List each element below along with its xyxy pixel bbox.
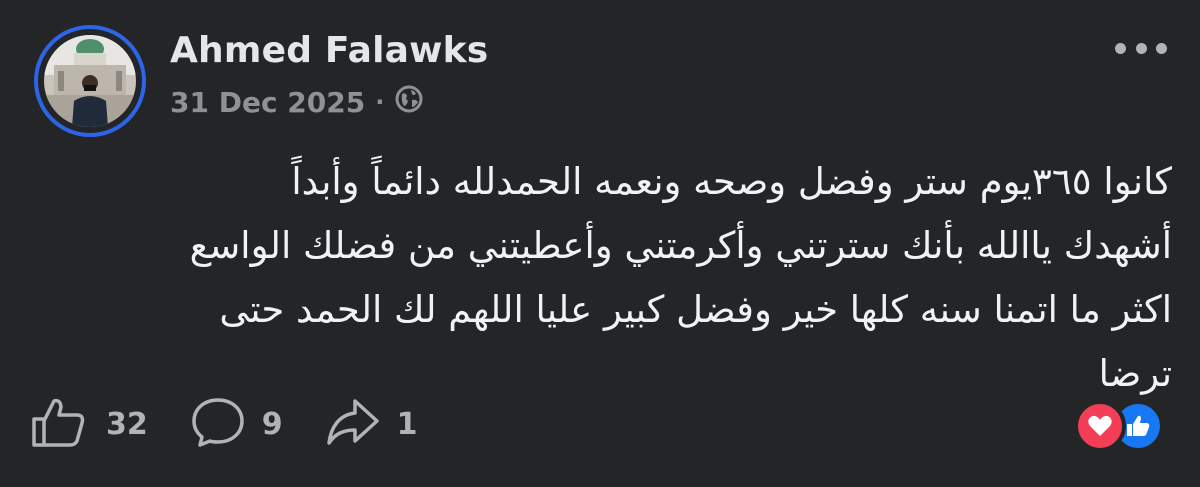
action-bar: 32 9 1 <box>30 392 418 456</box>
avatar[interactable] <box>34 25 146 137</box>
comment-button[interactable]: 9 <box>190 395 283 453</box>
like-button[interactable]: 32 <box>30 395 148 453</box>
post-text-line: كانوا ٣٦٥يوم ستر وفضل وصحه ونعمه الحمدلل… <box>291 160 1172 203</box>
comment-count: 9 <box>261 406 283 442</box>
share-arrow-icon <box>325 395 381 453</box>
meta-separator: · <box>375 88 385 116</box>
like-count: 32 <box>106 406 148 442</box>
more-options-button[interactable] <box>1115 34 1167 62</box>
author-name[interactable]: Ahmed Falawks <box>170 30 488 71</box>
globe-icon[interactable] <box>394 84 424 121</box>
post-date[interactable]: 31 Dec 2025 <box>170 86 365 119</box>
post-text: كانوا ٣٦٥يوم ستر وفضل وصحه ونعمه الحمدلل… <box>40 150 1172 406</box>
avatar-photo <box>44 35 136 127</box>
more-dot-icon <box>1135 42 1147 54</box>
reactions-summary[interactable] <box>1074 400 1174 452</box>
post-text-line: أشهدك ياالله بأنك سترتني وأكرمتني وأعطيت… <box>189 224 1172 267</box>
thumbs-up-icon <box>30 395 90 453</box>
heart-reaction-icon <box>1074 400 1126 452</box>
post-text-line: اكثر ما اتمنا سنه كلها خير وفضل كبير علي… <box>219 288 1172 331</box>
post-meta: 31 Dec 2025 · <box>170 82 424 122</box>
share-button[interactable]: 1 <box>325 395 418 453</box>
share-count: 1 <box>396 406 418 442</box>
more-dot-icon <box>1115 42 1126 54</box>
more-dot-icon <box>1156 42 1167 54</box>
person-photo-icon <box>44 35 136 127</box>
comment-bubble-icon <box>190 395 246 453</box>
